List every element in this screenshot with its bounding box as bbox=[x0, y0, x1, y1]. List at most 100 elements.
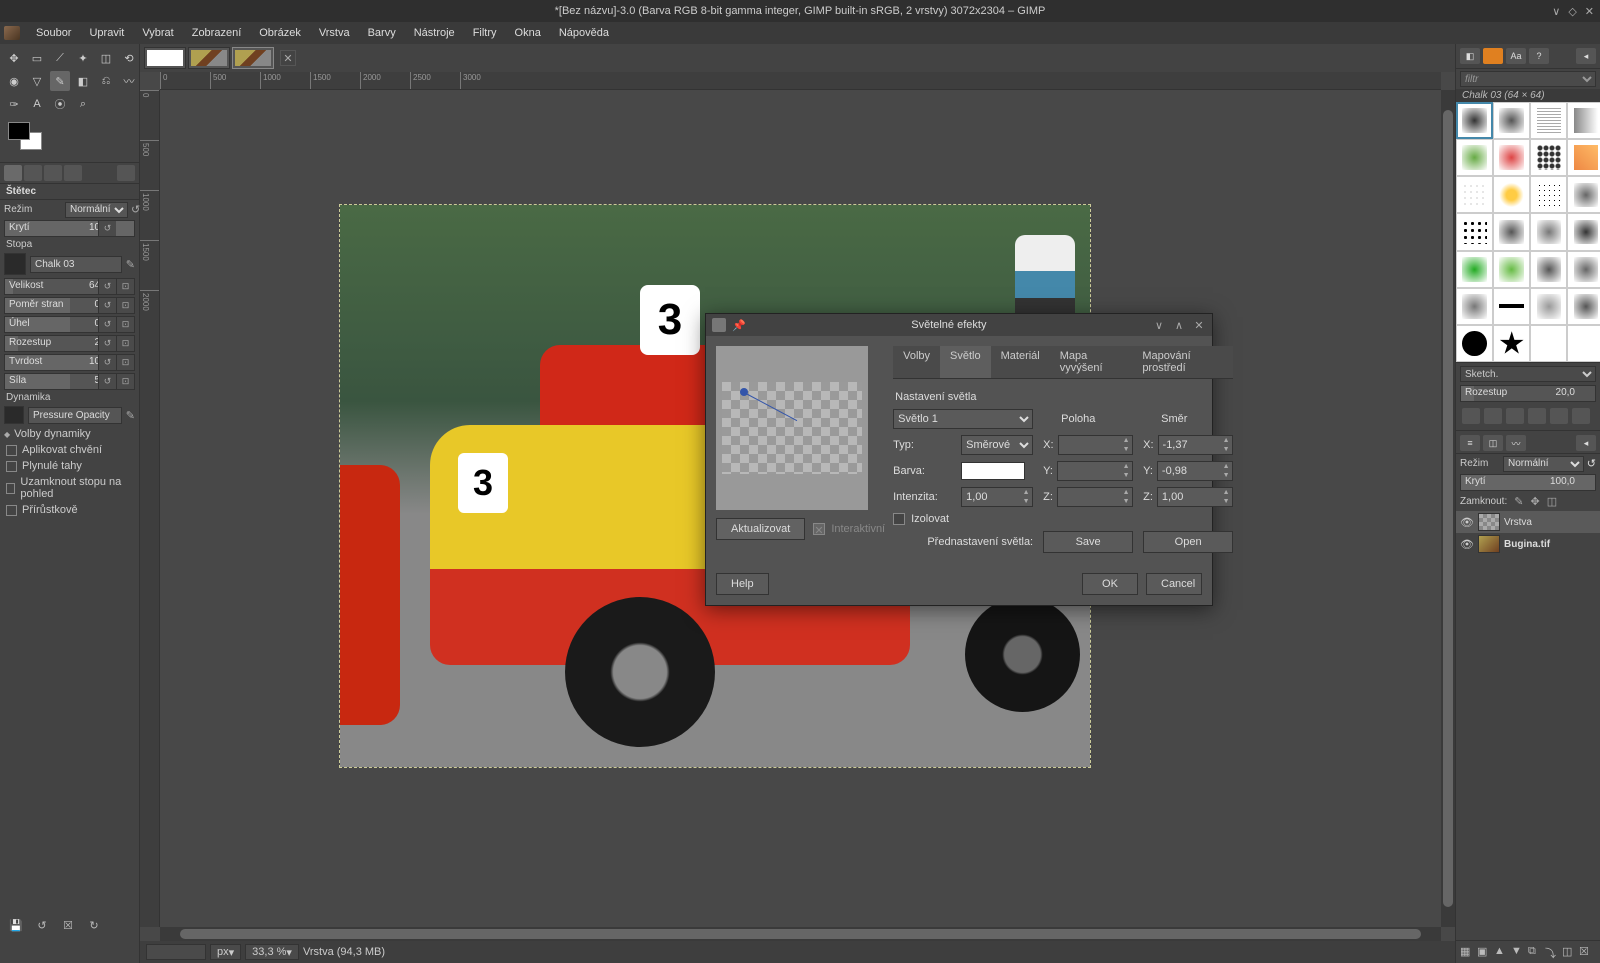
pos-z-input[interactable]: ▲▼ bbox=[1057, 487, 1133, 507]
size-slider[interactable]: Velikost64,00↺⊡ bbox=[4, 278, 135, 295]
image-tab-2[interactable] bbox=[188, 47, 230, 69]
color-button[interactable] bbox=[961, 462, 1025, 480]
dialog-titlebar[interactable]: 📌 Světelné efekty ∨ ∧ ✕ bbox=[706, 314, 1212, 336]
minimize-icon[interactable]: ∨ bbox=[1552, 5, 1560, 18]
tool-bucket[interactable]: ▽ bbox=[27, 71, 47, 91]
dyn-thumb[interactable] bbox=[4, 406, 24, 424]
tool-text[interactable]: A bbox=[27, 94, 47, 114]
tool-move[interactable]: ✥ bbox=[4, 48, 24, 68]
bi-dup-icon[interactable] bbox=[1506, 408, 1524, 424]
tool-zoom[interactable]: ⌕ bbox=[73, 94, 93, 114]
layer-visible-icon-1[interactable]: 👁 bbox=[1460, 538, 1474, 551]
brush-name[interactable]: Chalk 03 bbox=[30, 256, 122, 273]
chk-smooth[interactable]: Plynulé tahy bbox=[0, 458, 139, 474]
spacing-slider[interactable]: Rozestup20,0↺⊡ bbox=[4, 335, 135, 352]
brush-grid[interactable] bbox=[1456, 102, 1600, 362]
status-unit[interactable]: px ▾ bbox=[210, 944, 241, 960]
chk-incremental[interactable]: Přírůstkově bbox=[0, 502, 139, 518]
dock-tab-2[interactable] bbox=[24, 165, 42, 181]
tool-transform[interactable]: ⟲ bbox=[119, 48, 139, 68]
isolate-check[interactable]: Izolovat bbox=[893, 513, 1033, 525]
tab-menu-icon[interactable]: ◂ bbox=[1576, 48, 1596, 64]
ratio-slider[interactable]: Poměr stran0,00↺⊡ bbox=[4, 297, 135, 314]
image-tab-3[interactable] bbox=[232, 47, 274, 69]
menu-vybrat[interactable]: Vybrat bbox=[134, 24, 181, 42]
lock-alpha-icon[interactable]: ◫ bbox=[1547, 495, 1557, 508]
status-zoom[interactable]: 33,3 % ▾ bbox=[245, 944, 299, 960]
lock-pixel-icon[interactable]: ✎ bbox=[1514, 495, 1523, 508]
tool-brush[interactable]: ✎ bbox=[50, 71, 70, 91]
bi-new-icon[interactable] bbox=[1484, 408, 1502, 424]
tool-eraser[interactable]: ◧ bbox=[73, 71, 93, 91]
dialog-min-icon[interactable]: ∨ bbox=[1152, 318, 1166, 332]
dock-tab-tool-options[interactable] bbox=[4, 165, 22, 181]
mode-reset-icon[interactable]: ↺ bbox=[131, 203, 140, 216]
save-button[interactable]: Save bbox=[1043, 531, 1133, 553]
close-icon[interactable]: ✕ bbox=[1585, 5, 1594, 18]
spacing-slider-right[interactable]: Rozestup20,0 bbox=[1460, 385, 1596, 402]
scrollbar-horizontal[interactable] bbox=[160, 927, 1441, 941]
del-layer-icon[interactable]: ☒ bbox=[1579, 945, 1593, 959]
light-number-select[interactable]: Světlo 1 bbox=[893, 409, 1033, 429]
layer-row-0[interactable]: 👁 Vrstva bbox=[1456, 511, 1600, 533]
layer-name-0[interactable]: Vrstva bbox=[1504, 517, 1532, 528]
tool-clone[interactable]: ⎌ bbox=[96, 71, 116, 91]
menu-upravit[interactable]: Upravit bbox=[81, 24, 132, 42]
tab-brushes[interactable]: ◧ bbox=[1460, 48, 1480, 64]
type-select[interactable]: Směrové bbox=[961, 435, 1033, 455]
layer-row-1[interactable]: 👁 Bugina.tif bbox=[1456, 533, 1600, 555]
menu-nastroje[interactable]: Nástroje bbox=[406, 24, 463, 42]
hardness-slider[interactable]: Tvrdost100,0↺⊡ bbox=[4, 354, 135, 371]
dyn-name[interactable]: Pressure Opacity bbox=[28, 407, 122, 424]
save-preset-icon[interactable]: 💾 bbox=[8, 917, 24, 933]
ruler-vertical[interactable]: 0500100015002000 bbox=[140, 90, 160, 927]
dir-y-input[interactable]: -0,98▲▼ bbox=[1157, 461, 1233, 481]
help-button[interactable]: Help bbox=[716, 573, 769, 595]
bi-edit-icon[interactable] bbox=[1462, 408, 1480, 424]
chk-jitter[interactable]: Aplikovat chvění bbox=[0, 442, 139, 458]
pos-y-input[interactable]: ▲▼ bbox=[1057, 461, 1133, 481]
layer-mode-toggle[interactable]: ↺ bbox=[1587, 457, 1596, 470]
tab-channels[interactable]: ◫ bbox=[1483, 435, 1503, 451]
chk-lock-view[interactable]: Uzamknout stopu na pohled bbox=[0, 474, 139, 502]
layer-visible-icon[interactable]: 👁 bbox=[1460, 516, 1474, 529]
mode-select[interactable]: Normální bbox=[65, 202, 128, 218]
menu-napoveda[interactable]: Nápověda bbox=[551, 24, 617, 42]
dock-tab-3[interactable] bbox=[44, 165, 62, 181]
menu-vrstva[interactable]: Vrstva bbox=[311, 24, 358, 42]
menu-okna[interactable]: Okna bbox=[507, 24, 549, 42]
menu-soubor[interactable]: Soubor bbox=[28, 24, 79, 42]
restore-icon[interactable]: ↺ bbox=[34, 917, 50, 933]
dir-z-input[interactable]: 1,00▲▼ bbox=[1157, 487, 1233, 507]
new-layer-icon[interactable]: ▦ bbox=[1460, 945, 1474, 959]
scrollbar-vertical[interactable] bbox=[1441, 90, 1455, 927]
tab-material[interactable]: Materiál bbox=[991, 346, 1050, 378]
tool-smudge[interactable]: 〰 bbox=[119, 71, 139, 91]
tab-volby[interactable]: Volby bbox=[893, 346, 940, 378]
tab-patterns[interactable] bbox=[1483, 48, 1503, 64]
layer-mode-select[interactable]: Normální bbox=[1503, 456, 1584, 472]
tab-mapa[interactable]: Mapa vyvýšení bbox=[1050, 346, 1133, 378]
dialog-close-icon[interactable]: ✕ bbox=[1192, 318, 1206, 332]
tab-menu-2[interactable]: ◂ bbox=[1576, 435, 1596, 451]
opacity-slider[interactable]: Krytí 100,0 ↺ bbox=[4, 220, 135, 237]
preview-canvas[interactable] bbox=[722, 382, 862, 474]
mask-icon[interactable]: ◫ bbox=[1562, 945, 1576, 959]
tab-help-icon[interactable]: ? bbox=[1529, 48, 1549, 64]
pos-x-input[interactable]: ▲▼ bbox=[1058, 435, 1134, 455]
dyn-options-expand[interactable]: ◆Volby dynamiky bbox=[0, 426, 139, 442]
bi-del-icon[interactable] bbox=[1528, 408, 1546, 424]
bi-open-icon[interactable] bbox=[1572, 408, 1590, 424]
dock-menu-icon[interactable] bbox=[117, 165, 135, 181]
tool-path[interactable]: ✑ bbox=[4, 94, 24, 114]
tool-lasso[interactable]: ⟋ bbox=[50, 48, 70, 68]
image-tab-close[interactable]: ✕ bbox=[280, 50, 296, 66]
tab-layers[interactable]: ≡ bbox=[1460, 435, 1480, 451]
tool-rect-select[interactable]: ▭ bbox=[27, 48, 47, 68]
reset-icon[interactable]: ↻ bbox=[86, 917, 102, 933]
dock-tab-4[interactable] bbox=[64, 165, 82, 181]
pin-icon[interactable]: 📌 bbox=[732, 319, 746, 332]
bi-refresh-icon[interactable] bbox=[1550, 408, 1568, 424]
interactive-check[interactable]: ✕Interaktivní bbox=[813, 518, 885, 540]
down-icon[interactable]: ▼ bbox=[1511, 945, 1525, 959]
